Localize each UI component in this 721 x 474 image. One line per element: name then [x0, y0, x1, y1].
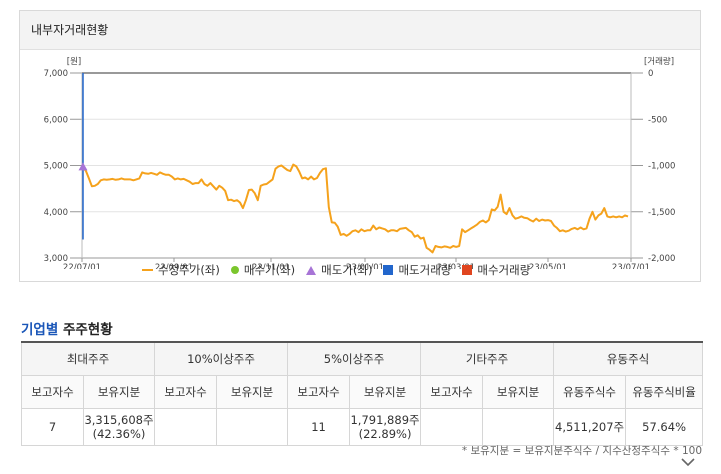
right-tick-label: -1,000: [648, 162, 675, 172]
legend-label: 매도가(좌): [321, 263, 373, 277]
group-header: 유동주식: [553, 341, 704, 376]
table-cell: [154, 408, 218, 446]
table-cell: 11: [287, 408, 351, 446]
right-tick-label: -500: [648, 115, 667, 125]
panel-title: 내부자거래현황: [20, 11, 700, 50]
triangle-swatch-icon: [306, 265, 317, 275]
legend-label: 수정주가(좌): [158, 263, 220, 277]
column-header: 보고자수: [21, 375, 84, 409]
section-title-accent: 기업별: [21, 322, 59, 338]
right-axis-label: [거래량]: [644, 56, 674, 67]
legend-label: 매도거래량: [398, 263, 452, 277]
column-header: 유동주식수: [553, 375, 627, 409]
adjusted-price-line: [82, 163, 629, 254]
left-tick-label: 5,000: [44, 162, 68, 172]
table-cell: 57.64%: [625, 408, 704, 446]
column-header: 보고자수: [154, 375, 218, 409]
legend-item-sell-volume[interactable]: 매도거래량: [383, 262, 451, 278]
legend-item-sell-price[interactable]: 매도가(좌): [306, 262, 372, 278]
chart-legend: 수정주가(좌) 매수가(좌) 매도가(좌) 매도거래량 매수거래량: [142, 262, 541, 278]
shares-ratio: (22.89%): [358, 427, 412, 441]
legend-item-adjusted-price[interactable]: 수정주가(좌): [142, 262, 220, 278]
x-tick-label: 23/07/01: [612, 263, 650, 269]
left-tick-label: 4,000: [44, 208, 68, 218]
shares-count: 3,315,608주: [84, 413, 154, 427]
column-header: 보유지분: [82, 375, 156, 409]
column-header: 보유지분: [216, 375, 289, 409]
right-tick-label: 0: [648, 69, 653, 79]
square-swatch-icon: [383, 265, 394, 275]
table-subheader-row: 보고자수 보유지분 보고자수 보유지분 보고자수 보유지분 보고자수 보유지분 …: [21, 375, 704, 409]
dot-swatch-icon: [230, 266, 239, 274]
table-cell: 3,315,608주 (42.36%): [82, 408, 156, 446]
x-tick-label: 22/07/01: [63, 263, 101, 269]
table-cell: 4,511,207주: [553, 408, 627, 446]
group-header: 최대주주: [20, 341, 156, 376]
right-tick-label: -1,500: [648, 208, 675, 218]
left-tick-label: 6,000: [44, 115, 68, 125]
group-header: 5%이상주주: [287, 341, 422, 376]
legend-label: 매수거래량: [477, 263, 531, 277]
right-tick-label: -2,000: [648, 254, 675, 264]
left-tick-label: 7,000: [44, 69, 68, 79]
square-swatch-icon: [462, 265, 473, 275]
insider-trading-panel: 내부자거래현황 [원] [거래량] 7,000 6,000 5,000 4,000 3,00…: [19, 10, 701, 282]
table-footnote: * 보유지분 = 보유지분주식수 / 지수산정주식수 * 100: [461, 445, 702, 457]
table-cell: [420, 408, 484, 446]
shareholder-section-title: 기업별 주주현황: [21, 318, 113, 338]
table-row: 7 3,315,608주 (42.36%) 11 1,791,889주 (22.…: [21, 408, 704, 446]
legend-label: 매수가(좌): [243, 263, 296, 277]
column-header: 보유지분: [349, 375, 422, 409]
chevron-down-icon[interactable]: [681, 455, 695, 469]
table-cell: 1,791,889주 (22.89%): [349, 408, 422, 446]
price-volume-chart: [원] [거래량]7,0006,0005,0004,0003,0000-500-1…: [44, 56, 676, 269]
table-cell: [482, 408, 555, 446]
table-group-header-row: 최대주주 10%이상주주 5%이상주주 기타주주 유동주식: [20, 341, 704, 376]
table-cell: [216, 408, 289, 446]
column-header: 보유지분: [482, 375, 555, 409]
legend-item-buy-price[interactable]: 매수가(좌): [230, 262, 296, 278]
shareholder-table: 최대주주 10%이상주주 5%이상주주 기타주주 유동주식 보고자수 보유지분 …: [20, 341, 704, 446]
group-header: 기타주주: [420, 341, 555, 376]
legend-item-buy-volume[interactable]: 매수거래량: [462, 262, 530, 278]
column-header: 보고자수: [420, 375, 484, 409]
line-swatch-icon: [142, 269, 153, 271]
column-header: 보고자수: [287, 375, 351, 409]
table-cell: 7: [21, 408, 84, 446]
column-header: 유동주식비율: [625, 375, 704, 409]
group-header: 10%이상주주: [154, 341, 289, 376]
left-axis-label: [원]: [67, 57, 81, 67]
section-title-rest: 주주현황: [58, 322, 113, 338]
shares-count: 1,791,889주: [350, 413, 420, 427]
shares-ratio: (42.36%): [92, 427, 146, 441]
sell-price-marker: [78, 162, 88, 171]
